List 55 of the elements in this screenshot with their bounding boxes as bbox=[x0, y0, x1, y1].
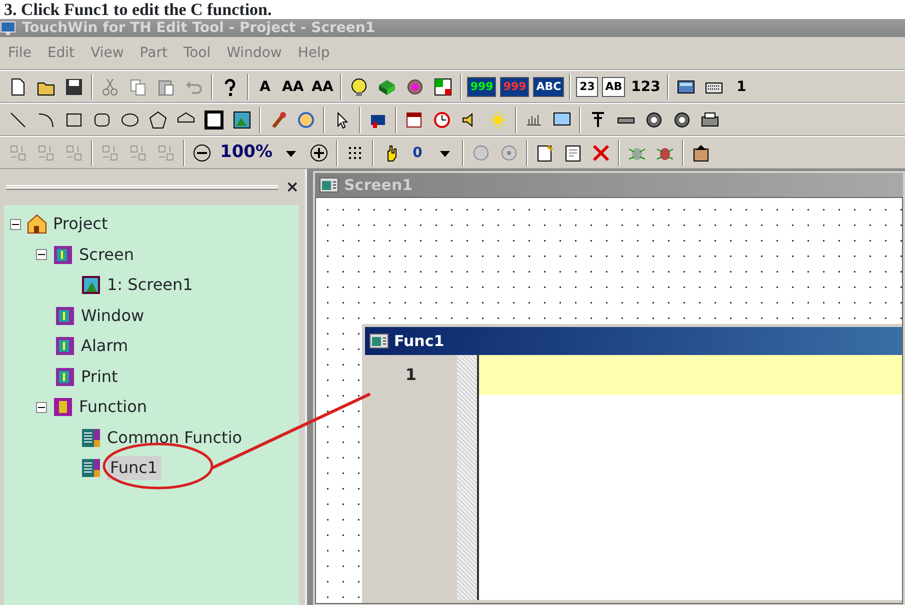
notepad-icon[interactable] bbox=[534, 142, 555, 162]
pentagon-icon[interactable] bbox=[148, 110, 168, 130]
tree-item[interactable]: Function bbox=[79, 395, 148, 420]
toolbar-button[interactable]: ABC bbox=[533, 76, 564, 96]
toolbar-button[interactable]: 0 bbox=[406, 140, 429, 166]
copy-icon[interactable] bbox=[128, 76, 148, 96]
function-icon bbox=[52, 396, 74, 418]
toolbar-button[interactable]: AA bbox=[310, 74, 336, 100]
zoom-out-icon[interactable] bbox=[192, 142, 212, 162]
printer-icon[interactable] bbox=[700, 110, 720, 130]
chart-icon[interactable] bbox=[433, 76, 454, 96]
window-title: TouchWin for TH Edit Tool - Project - Screen1 bbox=[22, 19, 376, 37]
expander-icon[interactable] bbox=[36, 402, 47, 413]
toolbar-button[interactable]: A bbox=[254, 74, 276, 100]
toolbar-button[interactable]: 123 bbox=[629, 74, 662, 100]
picture-icon bbox=[80, 274, 102, 296]
toolbar-button[interactable]: AA bbox=[280, 74, 306, 100]
code-file-icon bbox=[80, 457, 102, 480]
toolbar-button[interactable]: 1 bbox=[730, 74, 752, 100]
tree-item[interactable]: Common Functio bbox=[107, 426, 242, 450]
toolbar-button[interactable]: 999 bbox=[467, 76, 496, 96]
delete-icon[interactable] bbox=[590, 142, 611, 162]
toolbar-button[interactable]: 23 bbox=[576, 76, 598, 96]
tree-item[interactable]: Print bbox=[81, 364, 118, 389]
app-icon bbox=[0, 20, 18, 36]
tree-item[interactable]: Window bbox=[81, 304, 144, 328]
upload-icon[interactable] bbox=[690, 142, 711, 162]
tree-item[interactable]: Project bbox=[53, 212, 108, 236]
zoom-in-icon[interactable] bbox=[308, 142, 329, 162]
line-icon[interactable] bbox=[8, 110, 28, 130]
window-title: Func1 bbox=[394, 330, 444, 352]
bulb-icon[interactable] bbox=[349, 76, 370, 96]
expander-icon[interactable] bbox=[10, 218, 21, 230]
close-button[interactable]: × bbox=[286, 175, 299, 199]
window-icon bbox=[319, 176, 339, 194]
scissors-icon[interactable] bbox=[100, 76, 120, 96]
window-title: Screen1 bbox=[344, 174, 413, 196]
toolbar-button[interactable]: 100% bbox=[218, 140, 275, 166]
properties-icon[interactable] bbox=[562, 142, 583, 162]
tree-item[interactable]: Screen bbox=[79, 242, 134, 267]
caption: 3. Click Func1 to edit the C function. bbox=[3, 0, 273, 19]
window-icon bbox=[369, 332, 389, 350]
clock-icon[interactable] bbox=[432, 110, 452, 130]
save-icon[interactable] bbox=[64, 76, 84, 96]
tree-item[interactable]: Alarm bbox=[81, 334, 128, 358]
calendar-icon[interactable] bbox=[404, 110, 424, 130]
toolbar-button[interactable]: AB bbox=[602, 76, 626, 96]
code-file-icon bbox=[80, 426, 102, 449]
house-icon bbox=[26, 213, 48, 236]
picture-icon[interactable] bbox=[232, 110, 252, 130]
line-number: 1 bbox=[405, 364, 417, 386]
expander-icon[interactable] bbox=[36, 249, 47, 260]
tree-item[interactable]: 1: Screen1 bbox=[107, 273, 193, 298]
frame-icon[interactable] bbox=[204, 110, 224, 130]
tree-item[interactable]: Func1 bbox=[107, 456, 161, 480]
